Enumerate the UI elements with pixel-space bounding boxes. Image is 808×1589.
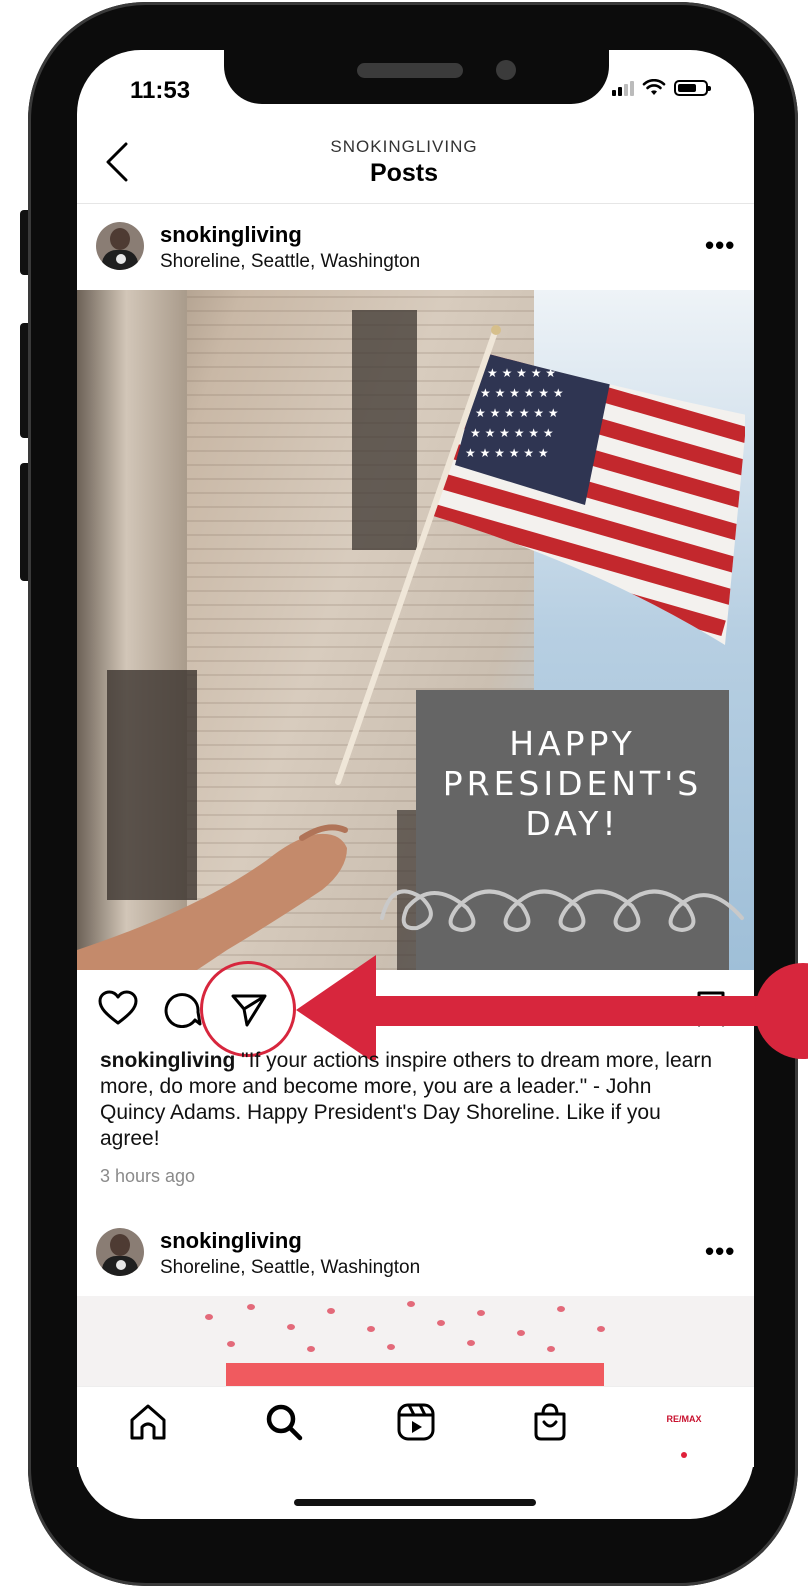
search-icon[interactable] xyxy=(262,1400,306,1444)
battery-icon xyxy=(674,80,711,96)
speaker-grille xyxy=(357,63,463,78)
caption-username[interactable]: snokingliving xyxy=(100,1049,235,1072)
post-username[interactable]: snokingliving xyxy=(160,222,302,248)
more-options-icon[interactable]: ••• xyxy=(705,1236,735,1267)
post-timestamp: 3 hours ago xyxy=(100,1166,196,1186)
signal-icon xyxy=(612,80,634,96)
status-icons xyxy=(612,79,711,97)
profile-avatar[interactable]: RE/MAX xyxy=(660,1414,708,1424)
home-icon[interactable] xyxy=(126,1400,170,1444)
page-title: Posts xyxy=(369,159,439,187)
reels-icon[interactable] xyxy=(394,1400,438,1444)
home-indicator[interactable] xyxy=(294,1499,536,1506)
like-heart-icon[interactable] xyxy=(98,990,138,1026)
greeting-text: HAPPY PRESIDENT'S DAY! xyxy=(442,724,703,843)
avatar[interactable] xyxy=(96,222,144,270)
avatar[interactable] xyxy=(96,1228,144,1276)
pointer-arrow xyxy=(296,955,808,1060)
header-account-name: SNOKINGLIVING xyxy=(330,137,478,156)
front-camera xyxy=(496,60,516,80)
wifi-icon xyxy=(642,79,666,95)
share-highlight-circle xyxy=(200,961,296,1057)
raised-arm xyxy=(77,824,348,970)
shop-icon[interactable] xyxy=(528,1400,572,1444)
post2-banner xyxy=(226,1363,604,1387)
post2-location[interactable]: Shoreline, Seattle, Washington xyxy=(160,1257,420,1279)
post-caption: snokingliving "If your actions inspire o… xyxy=(100,1048,720,1152)
status-time: 11:53 xyxy=(130,77,191,104)
more-options-icon[interactable]: ••• xyxy=(705,230,735,261)
swirl-ornament xyxy=(380,889,744,933)
post2-username[interactable]: snokingliving xyxy=(160,1228,302,1254)
header-divider xyxy=(77,203,754,204)
activity-dot xyxy=(681,1452,687,1458)
comment-icon[interactable] xyxy=(164,990,202,1028)
post-location[interactable]: Shoreline, Seattle, Washington xyxy=(160,251,420,273)
